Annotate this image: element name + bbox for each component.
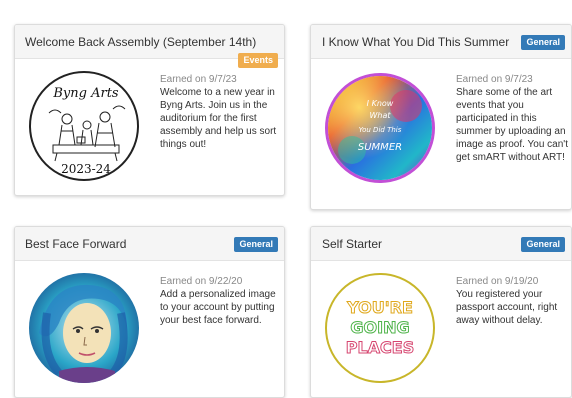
earned-date: Earned on 9/7/23 <box>160 74 237 85</box>
card-title: Self Starter <box>322 237 383 251</box>
earned-date: Earned on 9/7/23 <box>456 74 533 85</box>
card-title: I Know What You Did This Summer <box>322 35 510 49</box>
card-title: Best Face Forward <box>25 237 127 251</box>
medal-text-what: What <box>369 111 391 120</box>
events-badge: Events <box>238 53 278 68</box>
medal-text-youre: YOU'RE <box>346 298 413 317</box>
card-title: Welcome Back Assembly (September 14th) <box>25 35 257 49</box>
welcome-back-medal: Byng Arts 2023-24 <box>29 71 139 181</box>
card-text: Share some of the art events that you pa… <box>456 87 568 163</box>
medal-text-going: GOING <box>350 318 409 337</box>
achievement-card-self-starter: Self Starter General YOU'RE GOING PLACES… <box>310 226 572 398</box>
card-text: Welcome to a new year in Byng Arts. Join… <box>160 87 277 150</box>
achievement-card-best-face-forward: Best Face Forward General Earned on 9/22… <box>14 226 285 398</box>
achievement-card-welcome-back: Welcome Back Assembly (September 14th) E… <box>14 24 285 196</box>
medal-text-places: PLACES <box>346 338 415 357</box>
medal-text-i-know: I Know <box>367 99 394 108</box>
general-badge: General <box>521 35 565 50</box>
medal-text-summer: SUMMER <box>358 142 402 153</box>
best-face-medal <box>29 273 139 383</box>
medal-text-byng-arts: Byng Arts <box>52 86 119 101</box>
achievement-card-summer: I Know What You Did This Summer General <box>310 24 572 210</box>
summer-medal: I Know What You Did This SUMMER <box>325 73 435 183</box>
medal-text-you-did-this: You Did This <box>359 126 402 134</box>
card-description: Earned on 9/7/23 Share some of the art e… <box>456 73 568 164</box>
self-starter-medal: YOU'RE GOING PLACES <box>325 273 435 383</box>
card-description: Earned on 9/7/23 Welcome to a new year i… <box>160 73 278 151</box>
card-text: You registered your passport account, ri… <box>456 289 558 326</box>
general-badge: General <box>521 237 565 252</box>
card-description: Earned on 9/22/20 Add a personalized ima… <box>160 275 278 327</box>
card-description: Earned on 9/19/20 You registered your pa… <box>456 275 568 327</box>
medal-text-year: 2023-24 <box>61 162 111 176</box>
card-text: Add a personalized image to your account… <box>160 289 276 326</box>
earned-date: Earned on 9/22/20 <box>160 276 243 287</box>
general-badge: General <box>234 237 278 252</box>
earned-date: Earned on 9/19/20 <box>456 276 539 287</box>
